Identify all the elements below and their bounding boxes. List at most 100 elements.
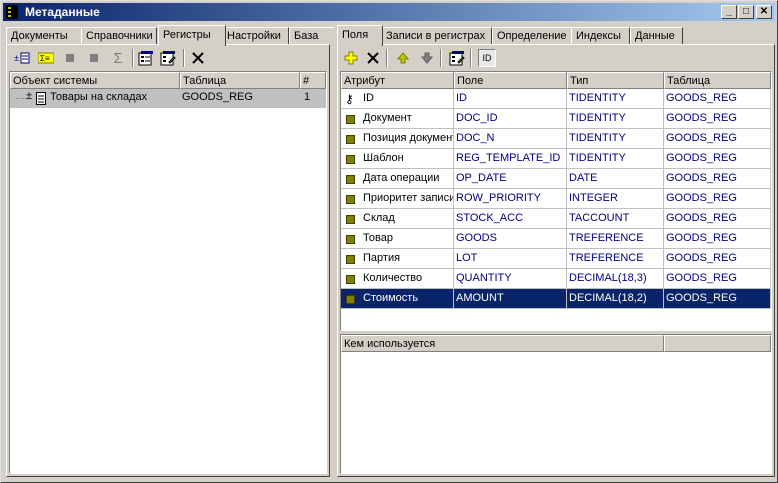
delete-icon[interactable] bbox=[189, 49, 207, 67]
cell-field[interactable]: DOC_N bbox=[454, 129, 567, 149]
table-row[interactable]: Документ DOC_ID TIDENTITY GOODS_REG bbox=[341, 109, 771, 129]
cell-type[interactable]: INTEGER bbox=[567, 189, 664, 209]
cell-table[interactable]: GOODS_REG bbox=[664, 169, 771, 189]
cell-field[interactable]: DOC_ID bbox=[454, 109, 567, 129]
maximize-button[interactable]: □ bbox=[738, 5, 754, 19]
col-header-used-by-2[interactable] bbox=[664, 335, 771, 352]
minimize-button[interactable]: _ bbox=[721, 5, 737, 19]
cell-attribute[interactable]: Стоимость bbox=[341, 289, 454, 309]
cell-type[interactable]: DECIMAL(18,3) bbox=[567, 269, 664, 289]
cell-table[interactable]: GOODS_REG bbox=[664, 249, 771, 269]
left-tabs: Документы Справочники Регистры Настройки… bbox=[6, 25, 335, 46]
cell-type[interactable]: TIDENTITY bbox=[567, 109, 664, 129]
tab-data[interactable]: Данные bbox=[630, 27, 683, 45]
cell-attribute[interactable]: Документ bbox=[341, 109, 454, 129]
cell-type[interactable]: TIDENTITY bbox=[567, 129, 664, 149]
table-row[interactable]: Позиция документа DOC_N TIDENTITY GOODS_REG bbox=[341, 129, 771, 149]
properties-icon[interactable] bbox=[137, 49, 155, 67]
table-row[interactable]: Стоимость AMOUNT DECIMAL(18,2) GOODS_REG bbox=[341, 289, 771, 309]
table-row[interactable]: Товар GOODS TREFERENCE GOODS_REG bbox=[341, 229, 771, 249]
properties-icon[interactable] bbox=[448, 49, 466, 67]
cell-type[interactable]: TREFERENCE bbox=[567, 229, 664, 249]
attribute-label: Позиция документа bbox=[363, 132, 454, 144]
cell-attribute[interactable]: Шаблон bbox=[341, 149, 454, 169]
tab-indexes[interactable]: Индексы bbox=[571, 27, 630, 45]
col-header-num[interactable]: # bbox=[300, 72, 326, 89]
col-header-field[interactable]: Поле bbox=[454, 72, 567, 89]
key-icon: ⚷ bbox=[345, 92, 354, 106]
tab-directories[interactable]: Справочники bbox=[81, 27, 157, 45]
cell-attribute[interactable]: Склад bbox=[341, 209, 454, 229]
table-row[interactable]: Приоритет записи ROW_PRIORITY INTEGER GOODS… bbox=[341, 189, 771, 209]
cell-table[interactable]: GOODS_REG bbox=[664, 209, 771, 229]
cell-type[interactable]: TIDENTITY bbox=[567, 149, 664, 169]
col-header-used-by[interactable]: Кем используется bbox=[341, 335, 664, 352]
tab-documents[interactable]: Документы bbox=[6, 27, 82, 45]
attribute-label: Количество bbox=[363, 272, 423, 284]
title-bar[interactable]: Метаданные _ □ ✕ bbox=[3, 3, 775, 21]
tree-expand-icon[interactable]: ± bbox=[26, 90, 32, 102]
cell-field[interactable]: OP_DATE bbox=[454, 169, 567, 189]
cell-type[interactable]: DECIMAL(18,2) bbox=[567, 289, 664, 309]
tab-register-records[interactable]: Записи в регистрах bbox=[381, 27, 492, 45]
add-field-icon[interactable]: ± bbox=[13, 49, 31, 67]
cell-table[interactable]: GOODS_REG bbox=[664, 129, 771, 149]
cell-attribute[interactable]: Приоритет записи bbox=[341, 189, 454, 209]
cell-field[interactable]: ROW_PRIORITY bbox=[454, 189, 567, 209]
col-header-type[interactable]: Тип bbox=[567, 72, 664, 89]
table-row[interactable]: ⚷ ID ID TIDENTITY GOODS_REG bbox=[341, 89, 771, 109]
cell-attribute[interactable]: Количество bbox=[341, 269, 454, 289]
objects-grid: Объект системы Таблица # ± Товары на скл… bbox=[9, 71, 327, 474]
table-row[interactable]: Количество QUANTITY DECIMAL(18,3) GOODS_REG bbox=[341, 269, 771, 289]
table-row[interactable]: Дата операции OP_DATE DATE GOODS_REG bbox=[341, 169, 771, 189]
cell-attribute[interactable]: Дата операции bbox=[341, 169, 454, 189]
col-header-attribute[interactable]: Атрибут bbox=[341, 72, 454, 89]
cell-attribute[interactable]: ⚷ ID bbox=[341, 89, 454, 109]
col-header-table[interactable]: Таблица bbox=[664, 72, 771, 89]
cell-field[interactable]: AMOUNT bbox=[454, 289, 567, 309]
cell-field[interactable]: GOODS bbox=[454, 229, 567, 249]
cell-table[interactable]: GOODS_REG bbox=[664, 149, 771, 169]
attribute-label: Шаблон bbox=[363, 152, 404, 164]
tab-registers[interactable]: Регистры bbox=[158, 25, 226, 46]
table-row[interactable]: Склад STOCK_ACC TACCOUNT GOODS_REG bbox=[341, 209, 771, 229]
properties-edit-icon[interactable] bbox=[159, 49, 177, 67]
cell-type[interactable]: TIDENTITY bbox=[567, 89, 664, 109]
cell-table[interactable]: GOODS_REG bbox=[664, 109, 771, 129]
svg-text:±: ± bbox=[14, 53, 19, 63]
left-panel: Документы Справочники Регистры Настройки… bbox=[4, 23, 335, 479]
cell-field[interactable]: STOCK_ACC bbox=[454, 209, 567, 229]
id-toggle-icon[interactable]: ID bbox=[478, 49, 496, 67]
tab-database[interactable]: База bbox=[289, 27, 335, 45]
table-row[interactable]: ± Товары на складах GOODS_REG 1 bbox=[10, 89, 326, 108]
delete-icon[interactable] bbox=[364, 49, 382, 67]
cell-table[interactable]: GOODS_REG bbox=[664, 189, 771, 209]
cell-table[interactable]: GOODS_REG bbox=[664, 89, 771, 109]
cell-table[interactable]: GOODS_REG bbox=[664, 289, 771, 309]
table-row[interactable]: Шаблон REG_TEMPLATE_ID TIDENTITY GOODS_REG bbox=[341, 149, 771, 169]
cell-type[interactable]: DATE bbox=[567, 169, 664, 189]
col-header-object[interactable]: Объект системы bbox=[10, 72, 180, 89]
cell-attribute[interactable]: Позиция документа bbox=[341, 129, 454, 149]
col-header-table[interactable]: Таблица bbox=[180, 72, 300, 89]
tab-settings[interactable]: Настройки bbox=[222, 27, 289, 45]
sigma-list-icon[interactable]: Σ≡ bbox=[37, 49, 55, 67]
tab-definition[interactable]: Определение bbox=[492, 27, 580, 45]
cell-attribute[interactable]: Партия bbox=[341, 249, 454, 269]
cell-field[interactable]: ID bbox=[454, 89, 567, 109]
cell-field[interactable]: REG_TEMPLATE_ID bbox=[454, 149, 567, 169]
cell-attribute[interactable]: Товар bbox=[341, 229, 454, 249]
field-bullet-icon bbox=[346, 275, 355, 284]
cell-table[interactable]: GOODS_REG bbox=[664, 229, 771, 249]
cell-field[interactable]: LOT bbox=[454, 249, 567, 269]
tab-fields[interactable]: Поля bbox=[337, 25, 383, 46]
move-up-icon bbox=[394, 49, 412, 67]
field-bullet-icon bbox=[346, 155, 355, 164]
cell-field[interactable]: QUANTITY bbox=[454, 269, 567, 289]
table-row[interactable]: Партия LOT TREFERENCE GOODS_REG bbox=[341, 249, 771, 269]
cell-type[interactable]: TACCOUNT bbox=[567, 209, 664, 229]
cell-table[interactable]: GOODS_REG bbox=[664, 269, 771, 289]
add-icon[interactable] bbox=[342, 49, 360, 67]
close-button[interactable]: ✕ bbox=[756, 5, 772, 19]
cell-type[interactable]: TREFERENCE bbox=[567, 249, 664, 269]
